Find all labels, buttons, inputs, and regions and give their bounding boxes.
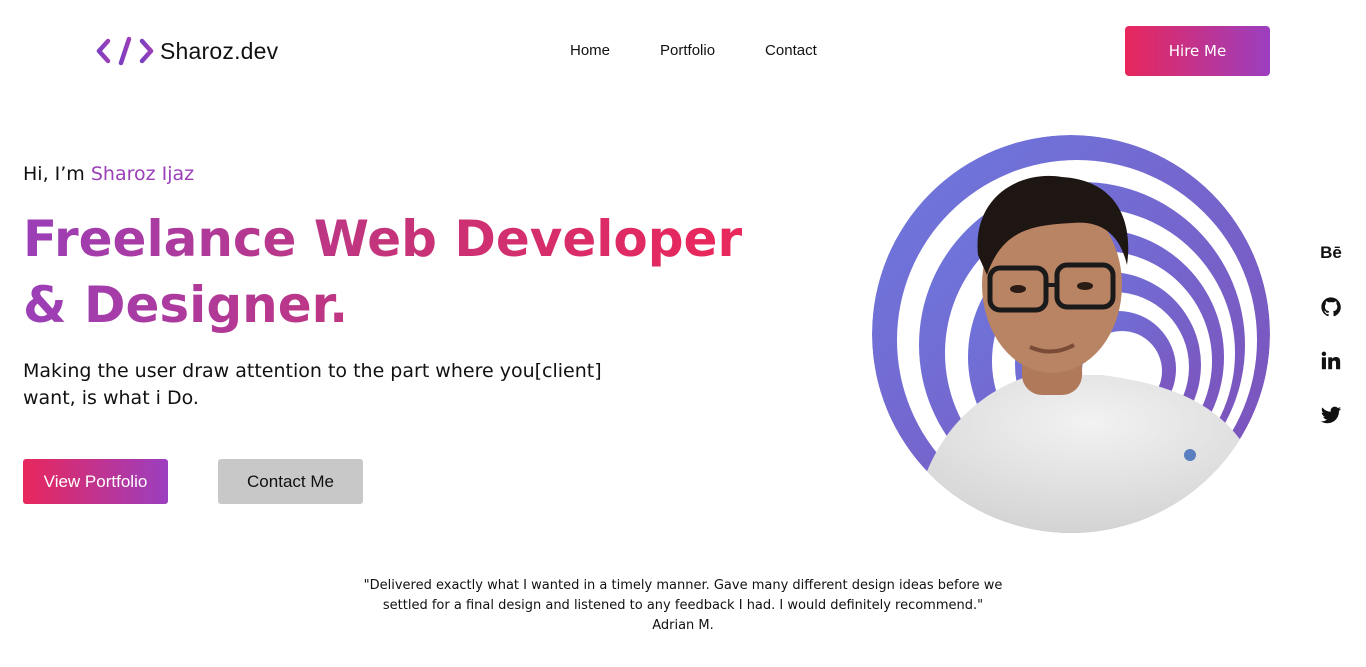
contact-me-button[interactable]: Contact Me [218, 459, 363, 504]
view-portfolio-button[interactable]: View Portfolio [23, 459, 168, 504]
logo-text: Sharoz.dev [160, 37, 279, 64]
testimonial-quote: "Delivered exactly what I wanted in a ti… [363, 578, 1003, 613]
social-links: Bē [1318, 240, 1344, 456]
hero-headline: Freelance Web Developer & Designer. [23, 206, 783, 338]
hero-tagline: Making the user draw attention to the pa… [23, 360, 602, 409]
behance-label: Bē [1320, 243, 1342, 262]
nav-home[interactable]: Home [570, 42, 610, 59]
testimonial: "Delivered exactly what I wanted in a ti… [343, 576, 1023, 636]
twitter-glyph [1320, 406, 1342, 424]
nav-contact[interactable]: Contact [765, 42, 817, 59]
code-brackets-icon [96, 36, 154, 66]
linkedin-icon[interactable] [1318, 348, 1344, 374]
linkedin-glyph [1321, 351, 1341, 370]
behance-icon[interactable]: Bē [1318, 240, 1344, 266]
greeting-prefix: Hi, I’m [23, 163, 85, 185]
greeting: Hi, I’m Sharoz Ijaz [23, 163, 194, 185]
testimonial-author: Adrian M. [652, 618, 714, 633]
logo[interactable]: Sharoz.dev [96, 36, 278, 66]
headline-line-1: Freelance Web Developer [23, 210, 743, 268]
site-header: Sharoz.dev Home Portfolio Contact Hire M… [0, 0, 1366, 100]
profile-photo [872, 135, 1270, 533]
twitter-icon[interactable] [1318, 402, 1344, 428]
hire-me-button[interactable]: Hire Me [1125, 26, 1270, 76]
headline-line-2: & Designer. [23, 276, 349, 334]
greeting-name: Sharoz Ijaz [90, 163, 195, 185]
github-glyph [1321, 297, 1341, 317]
spiral-ring-graphic [872, 135, 1270, 533]
github-icon[interactable] [1318, 294, 1344, 320]
nav-portfolio[interactable]: Portfolio [660, 42, 715, 59]
main-nav: Home Portfolio Contact [570, 42, 867, 59]
